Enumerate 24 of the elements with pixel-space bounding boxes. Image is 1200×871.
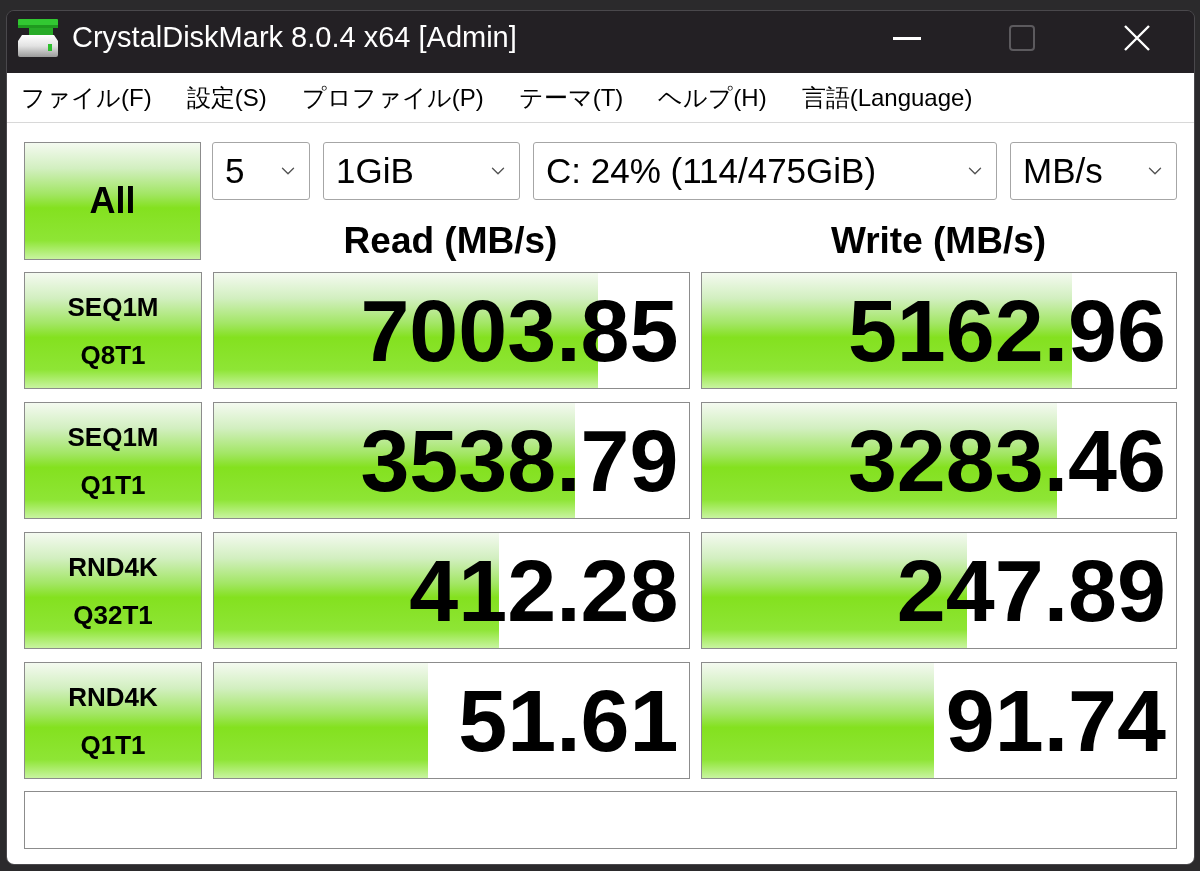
menu-item[interactable]: 設定(S) bbox=[186, 85, 267, 110]
column-header: Write (MB/s) bbox=[830, 222, 1047, 259]
score-value: 247.89 bbox=[896, 546, 1166, 635]
dropdown[interactable]: 1GiB bbox=[323, 142, 520, 200]
menu-item[interactable]: ヘルプ(H) bbox=[658, 85, 767, 110]
dropdown[interactable]: MB/s bbox=[1010, 142, 1177, 200]
menu-item[interactable]: ファイル(F) bbox=[21, 85, 152, 110]
score-value: 91.74 bbox=[945, 676, 1166, 765]
dropdown[interactable]: C: 24% (114/475GiB) bbox=[533, 142, 997, 200]
disk-drive-icon bbox=[18, 19, 58, 57]
menu-item[interactable]: テーマ(T) bbox=[518, 85, 624, 110]
dropdown[interactable]: 5 bbox=[212, 142, 310, 200]
column-header: Read (MB/s) bbox=[343, 222, 558, 259]
all-button[interactable]: All bbox=[24, 142, 201, 260]
window-title: CrystalDiskMark 8.0.4 x64 [Admin] bbox=[72, 20, 517, 56]
test-button[interactable]: SEQ1M Q1T1 bbox=[24, 402, 202, 519]
test-button[interactable]: RND4K Q32T1 bbox=[24, 532, 202, 649]
comment-field[interactable] bbox=[24, 791, 1177, 849]
score-value: 51.61 bbox=[458, 676, 679, 765]
menu-item[interactable]: プロファイル(P) bbox=[301, 85, 484, 110]
score-value: 412.28 bbox=[409, 546, 679, 635]
menu-item[interactable]: 言語(Language) bbox=[801, 85, 973, 110]
test-button[interactable]: SEQ1M Q8T1 bbox=[24, 272, 202, 389]
test-button[interactable]: RND4K Q1T1 bbox=[24, 662, 202, 779]
